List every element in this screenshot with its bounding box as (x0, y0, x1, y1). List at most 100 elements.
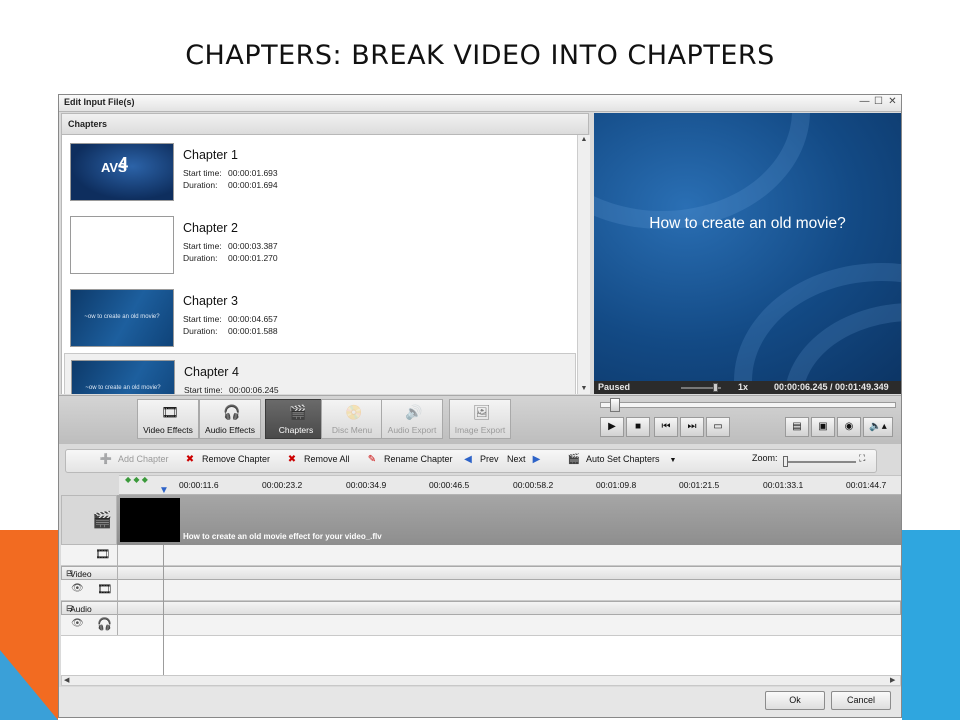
add-chapter-icon: ➕ (99, 454, 113, 465)
chapters-icon: 🎬 (289, 404, 307, 420)
stop-icon: ■ (634, 421, 642, 432)
video-effect-track-icon: 🎞 (97, 582, 113, 596)
chapter-item[interactable]: Chapter 2 Start time: 00:00:03.387 Durat… (62, 208, 578, 280)
duration-label: Duration: (183, 326, 218, 336)
start-label: Start time: (183, 168, 222, 178)
close-button[interactable]: ✕ (887, 96, 898, 108)
chapter-item-selected[interactable]: ~ow to create an old movie? Chapter 4 St… (64, 353, 576, 394)
chapter-duration: Duration: 00:00:01.694 (183, 180, 278, 190)
chapter-start: Start time: 00:00:03.387 (183, 241, 278, 251)
chapters-panel-header: Chapters (61, 113, 589, 135)
video-effects-section-label: ⊟ Video Effects (66, 568, 96, 589)
chevron-down-icon[interactable]: ▼ (670, 457, 677, 464)
rename-chapter-button[interactable]: ✎ Rename Chapter (365, 453, 453, 469)
volume-button[interactable]: 🔈▴ (863, 417, 893, 437)
audio-effects-button[interactable]: 🎧 Audio Effects (199, 399, 261, 439)
ruler-tick: 00:01:33.1 (763, 480, 804, 490)
play-button[interactable]: ▶ (600, 417, 624, 437)
clip-thumbnail[interactable] (120, 498, 180, 542)
rename-chapter-label: Rename Chapter (384, 453, 453, 464)
preview-caption: How to create an old movie? (649, 215, 846, 232)
timeline-scrollbar[interactable]: ◀ ▶ (61, 675, 901, 686)
add-chapter-button[interactable]: ➕ Add Chapter (99, 453, 169, 469)
scroll-down-icon[interactable]: ▼ (578, 384, 590, 394)
window-title: Edit Input File(s) (64, 97, 135, 107)
zoom-fit-icon[interactable]: ⛶ (859, 453, 865, 469)
remove-all-button[interactable]: ✖ Remove All (285, 453, 350, 469)
seek-handle[interactable] (610, 398, 620, 412)
snapshot-button[interactable]: ◉ (837, 417, 861, 437)
audio-export-button[interactable]: 🔊 Audio Export (381, 399, 443, 439)
scroll-left-icon[interactable]: ◀ (64, 676, 69, 684)
film-clap-icon: 🎬 (92, 512, 112, 529)
maximize-button[interactable]: ☐ (873, 96, 884, 108)
tool-label: Video Effects (143, 425, 193, 435)
next-frame-button[interactable]: ⏭ (680, 417, 704, 437)
monitor-icon: ▣ (818, 421, 828, 432)
preview-mode-button[interactable]: ▭ (706, 417, 730, 437)
zoom-slider-handle[interactable] (783, 456, 788, 467)
video-track-header: 🎬 (61, 495, 117, 545)
duration-value: 00:00:01.588 (228, 326, 278, 336)
scroll-right-icon[interactable]: ▶ (890, 676, 895, 684)
tool-label: Audio Effects (205, 425, 255, 435)
video-effects-section[interactable]: ⊟ Video Effects (61, 566, 901, 589)
chapter-thumbnail: AVS 4 (70, 143, 174, 201)
playback-time: 00:00:06.245 / 00:01:49.349 (774, 382, 889, 392)
scroll-up-icon[interactable]: ▲ (578, 135, 590, 145)
auto-set-icon: 🎬 (567, 454, 581, 465)
ok-button[interactable]: Ok (765, 691, 825, 710)
chapter-item[interactable]: ~ow to create an old movie? Chapter 3 St… (62, 281, 578, 353)
chapter-start: Start time: 00:00:06.245 (184, 385, 279, 394)
next-label: Next (507, 453, 526, 464)
logo-four-icon: 4 (118, 154, 129, 174)
ruler-tick: 00:00:46.5 (429, 480, 470, 490)
remove-all-icon: ✖ (287, 454, 297, 465)
audio-effects-section[interactable]: ⊟ Audio Effects (61, 601, 901, 624)
audio-export-icon: 🔊 (405, 404, 423, 420)
image-export-button[interactable]: 🖼 Image Export (449, 399, 511, 439)
auto-set-chapters-button[interactable]: 🎬 Auto Set Chapters ▼ (567, 453, 677, 469)
video-preview (594, 113, 901, 381)
chapter-item[interactable]: AVS 4 Chapter 1 Start time: 00:00:01.693… (62, 135, 578, 207)
chapter-thumbnail: ~ow to create an old movie? (71, 360, 175, 394)
chapter-name: Chapter 1 (183, 148, 238, 162)
aspect-icon: ▤ (792, 421, 802, 432)
minimize-button[interactable]: — (859, 96, 870, 108)
remove-chapter-icon: ✖ (185, 454, 195, 465)
timeline-start-line (163, 545, 164, 675)
previous-frame-button[interactable]: ⏮ (654, 417, 678, 437)
stop-button[interactable]: ■ (626, 417, 650, 437)
rename-chapter-icon: ✎ (367, 454, 377, 465)
seek-bar[interactable] (600, 402, 896, 408)
fullscreen-preview-button[interactable]: ▣ (811, 417, 835, 437)
eye-icon[interactable]: 👁 (71, 618, 84, 629)
prev-button[interactable]: ◀ Prev (461, 453, 498, 469)
disc-menu-button[interactable]: 📀 Disc Menu (321, 399, 383, 439)
start-label: Start time: (184, 385, 223, 394)
speed-slider-handle[interactable] (713, 383, 718, 392)
duration-value: 00:00:01.270 (228, 253, 278, 263)
duration-label: Duration: (183, 180, 218, 190)
chapter-thumbnail (70, 216, 174, 274)
duration-value: 00:00:01.694 (228, 180, 278, 190)
cancel-button[interactable]: Cancel (831, 691, 891, 710)
timeline-empty-area[interactable] (61, 636, 901, 676)
audio-effects-section-label: ⊟ Audio Effects (66, 603, 96, 624)
remove-chapter-button[interactable]: ✖ Remove Chapter (183, 453, 270, 469)
slide-title: CHAPTERS: BREAK VIDEO INTO CHAPTERS (185, 40, 775, 71)
zoom-slider-track[interactable] (784, 461, 856, 463)
chapters-scrollbar[interactable]: ▲ ▼ (577, 135, 590, 394)
remove-all-label: Remove All (304, 453, 350, 464)
overlay-track-icon: 🎞 (95, 547, 111, 561)
audio-effects-track[interactable]: 👁 🎧 (61, 615, 901, 636)
aspect-button[interactable]: ▤ (785, 417, 809, 437)
video-effects-button[interactable]: 🎞 Video Effects (137, 399, 199, 439)
eye-icon[interactable]: 👁 (71, 583, 84, 594)
chapter-name: Chapter 4 (184, 365, 239, 379)
image-export-icon: 🖼 (473, 404, 491, 420)
next-button[interactable]: Next ▶ (507, 453, 549, 469)
video-effects-track[interactable]: 👁 🎞 (61, 580, 901, 601)
chapters-button[interactable]: 🎬 Chapters (265, 399, 327, 439)
overlay-track[interactable]: 🎞 (61, 545, 901, 566)
